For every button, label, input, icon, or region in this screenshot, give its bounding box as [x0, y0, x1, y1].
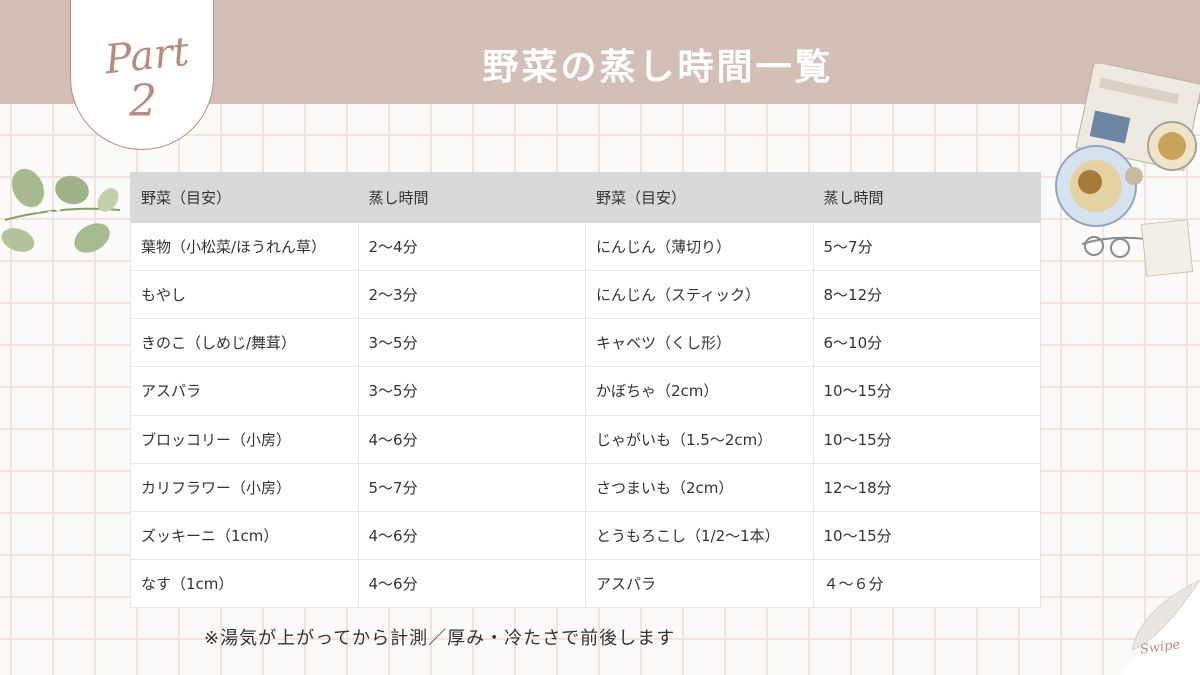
table-header-row: 野菜（目安） 蒸し時間 野菜（目安） 蒸し時間: [130, 172, 1041, 223]
time-cell: 4〜6分: [357, 414, 586, 464]
vegetable-cell: もやし: [130, 270, 359, 320]
part-badge: Part 2: [70, 0, 214, 150]
time-cell: 4〜6分: [357, 558, 586, 609]
vegetable-cell: キャベツ（くし形）: [585, 318, 814, 368]
page-curl-icon[interactable]: [1120, 580, 1200, 675]
time-cell: 3〜5分: [357, 318, 586, 368]
time-cell: 3〜5分: [357, 366, 586, 416]
part-number: 2: [129, 76, 157, 127]
header-steam-time: 蒸し時間: [357, 172, 586, 223]
tea-illustration-icon: [1055, 64, 1200, 277]
vegetable-cell: ブロッコリー（小房）: [130, 414, 359, 464]
table-row: カリフラワー（小房） 5〜7分 さつまいも（2cm） 12〜18分: [130, 462, 1041, 512]
time-cell: 4〜6分: [357, 510, 586, 560]
footnote: ※湯気が上がってから計測／厚み・冷たさで前後します: [204, 628, 676, 649]
header-vegetable: 野菜（目安）: [585, 172, 814, 223]
time-cell: 5〜7分: [357, 462, 586, 512]
time-cell: ４〜６分: [812, 558, 1041, 609]
table-row: なす（1cm） 4〜6分 アスパラ ４〜６分: [130, 558, 1041, 609]
header-vegetable: 野菜（目安）: [130, 172, 359, 223]
time-cell: 8〜12分: [812, 270, 1041, 320]
vegetable-cell: とうもろこし（1/2〜1本）: [585, 510, 814, 560]
vegetable-cell: アスパラ: [130, 366, 359, 416]
header-steam-time: 蒸し時間: [812, 172, 1041, 223]
eucalyptus-branch-icon: [1, 168, 121, 253]
vegetable-cell: にんじん（薄切り）: [585, 221, 814, 272]
table-row: 葉物（小松菜/ほうれん草） 2〜4分 にんじん（薄切り） 5〜7分: [130, 221, 1041, 272]
vegetable-cell: さつまいも（2cm）: [585, 462, 814, 512]
vegetable-cell: にんじん（スティック）: [585, 270, 814, 320]
time-cell: 10〜15分: [812, 366, 1041, 416]
time-cell: 10〜15分: [812, 414, 1041, 464]
time-cell: 10〜15分: [812, 510, 1041, 560]
vegetable-cell: なす（1cm）: [130, 558, 359, 609]
time-cell: 5〜7分: [812, 221, 1041, 272]
table-row: ズッキーニ（1cm） 4〜6分 とうもろこし（1/2〜1本） 10〜15分: [130, 510, 1041, 560]
table-row: ブロッコリー（小房） 4〜6分 じゃがいも（1.5〜2cm） 10〜15分: [130, 414, 1041, 464]
vegetable-cell: ズッキーニ（1cm）: [130, 510, 359, 560]
vegetable-cell: じゃがいも（1.5〜2cm）: [585, 414, 814, 464]
vegetable-cell: アスパラ: [585, 558, 814, 609]
vegetable-cell: カリフラワー（小房）: [130, 462, 359, 512]
vegetable-cell: かぼちゃ（2cm）: [585, 366, 814, 416]
vegetable-cell: 葉物（小松菜/ほうれん草）: [130, 221, 359, 272]
steam-time-table: 野菜（目安） 蒸し時間 野菜（目安） 蒸し時間 葉物（小松菜/ほうれん草） 2〜…: [130, 172, 1041, 609]
table-row: アスパラ 3〜5分 かぼちゃ（2cm） 10〜15分: [130, 366, 1041, 416]
time-cell: 6〜10分: [812, 318, 1041, 368]
time-cell: 2〜3分: [357, 270, 586, 320]
table-row: もやし 2〜3分 にんじん（スティック） 8〜12分: [130, 270, 1041, 320]
time-cell: 12〜18分: [812, 462, 1041, 512]
table-row: きのこ（しめじ/舞茸） 3〜5分 キャベツ（くし形） 6〜10分: [130, 318, 1041, 368]
vegetable-cell: きのこ（しめじ/舞茸）: [130, 318, 359, 368]
part-label: Part: [102, 28, 192, 84]
time-cell: 2〜4分: [357, 221, 586, 272]
